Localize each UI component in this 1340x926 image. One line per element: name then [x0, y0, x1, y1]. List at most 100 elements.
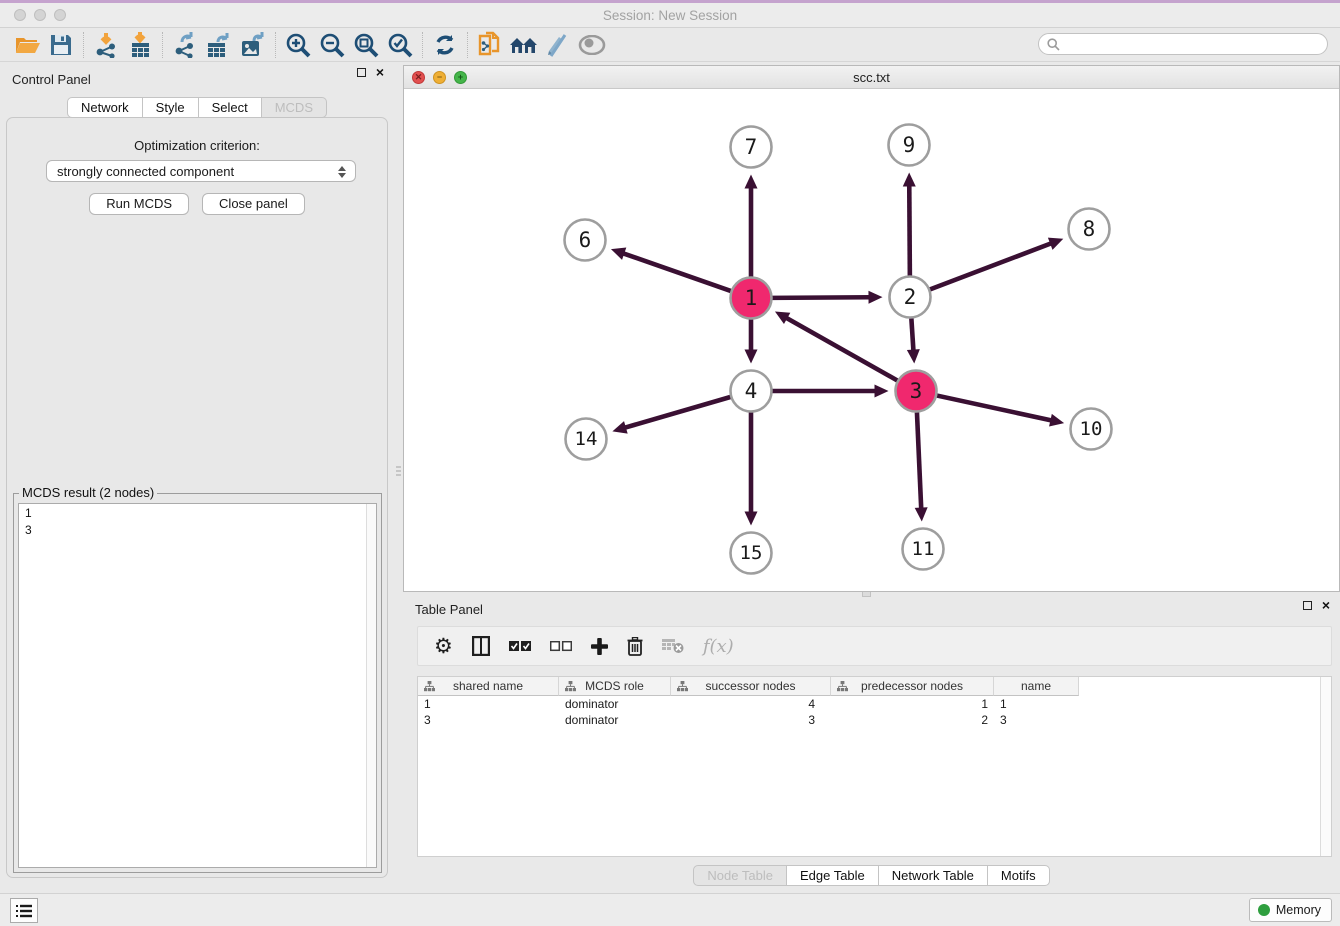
- edge-2-to-3[interactable]: [907, 318, 920, 363]
- zoom-in-icon[interactable]: [281, 30, 315, 60]
- float-table-panel-icon[interactable]: [1303, 601, 1312, 610]
- select-all-rows-icon[interactable]: [509, 633, 531, 659]
- column-header-shared-name[interactable]: shared name: [418, 677, 559, 696]
- graph-node-9[interactable]: 9: [889, 125, 930, 166]
- edge-4-to-14[interactable]: [612, 397, 730, 434]
- svg-text:7: 7: [745, 135, 758, 159]
- vertical-splitter-handle[interactable]: [396, 466, 401, 480]
- first-neighbors-icon[interactable]: [507, 30, 541, 60]
- function-builder-icon[interactable]: f(x): [703, 633, 734, 659]
- hide-annotations-icon[interactable]: [541, 30, 575, 60]
- search-field[interactable]: [1038, 33, 1328, 55]
- optimization-criterion-label: Optimization criterion:: [7, 138, 387, 153]
- toolbar-separator: [275, 32, 276, 58]
- table-toolbar: ⚙ f(x): [417, 626, 1332, 666]
- table-cell[interactable]: 2: [831, 712, 994, 728]
- edge-4-to-15[interactable]: [745, 413, 758, 526]
- zoom-selected-icon[interactable]: [383, 30, 417, 60]
- table-cell[interactable]: 4: [671, 696, 831, 712]
- edge-1-to-7[interactable]: [745, 175, 758, 277]
- table-scrollbar[interactable]: [1320, 677, 1331, 856]
- delete-row-icon[interactable]: [627, 633, 643, 659]
- table-cell[interactable]: 1: [831, 696, 994, 712]
- add-row-icon[interactable]: [591, 633, 608, 659]
- column-header-name[interactable]: name: [994, 677, 1079, 696]
- edge-1-to-6[interactable]: [611, 248, 731, 291]
- edge-3-to-10[interactable]: [937, 396, 1064, 427]
- graph-node-7[interactable]: 7: [731, 127, 772, 168]
- graph-node-11[interactable]: 11: [903, 529, 944, 570]
- graph-node-3[interactable]: 3: [896, 371, 937, 412]
- table-cell[interactable]: dominator: [559, 696, 671, 712]
- network-canvas[interactable]: 7 9 6 8 1 2 4 3 14 10 15 11: [404, 89, 1339, 591]
- unselect-all-rows-icon[interactable]: [550, 633, 572, 659]
- memory-status-icon: [1258, 904, 1270, 916]
- graph-node-15[interactable]: 15: [731, 533, 772, 574]
- close-panel-button[interactable]: Close panel: [202, 193, 305, 215]
- show-hidden-items-icon[interactable]: [575, 30, 609, 60]
- table-cell[interactable]: 3: [671, 712, 831, 728]
- graph-node-10[interactable]: 10: [1071, 409, 1112, 450]
- table-row[interactable]: 1dominator411: [418, 696, 1331, 712]
- graph-node-6[interactable]: 6: [565, 220, 606, 261]
- table-cell[interactable]: 1: [994, 696, 1079, 712]
- zoom-out-icon[interactable]: [315, 30, 349, 60]
- table-tabbar: Node TableEdge TableNetwork TableMotifs: [403, 865, 1340, 886]
- close-panel-icon[interactable]: ×: [376, 68, 384, 77]
- table-options-icon[interactable]: ⚙: [434, 633, 453, 659]
- table-cell[interactable]: 3: [418, 712, 559, 728]
- tab-style[interactable]: Style: [143, 97, 199, 118]
- table-cell[interactable]: 1: [418, 696, 559, 712]
- table-cell[interactable]: dominator: [559, 712, 671, 728]
- export-image-icon[interactable]: [236, 30, 270, 60]
- network-window-titlebar[interactable]: ✕ − + scc.txt: [404, 66, 1339, 89]
- export-table-icon[interactable]: [202, 30, 236, 60]
- tab-edge-table[interactable]: Edge Table: [787, 865, 879, 886]
- import-network-icon[interactable]: [89, 30, 123, 60]
- edge-3-to-11[interactable]: [915, 412, 928, 521]
- tab-mcds[interactable]: MCDS: [262, 97, 327, 118]
- edge-1-to-2[interactable]: [772, 291, 882, 304]
- run-mcds-button[interactable]: Run MCDS: [89, 193, 189, 215]
- export-network-icon[interactable]: [168, 30, 202, 60]
- graph-node-14[interactable]: 14: [566, 419, 607, 460]
- edge-2-to-8[interactable]: [930, 238, 1063, 290]
- zoom-fit-icon[interactable]: [349, 30, 383, 60]
- delete-table-icon[interactable]: [662, 633, 684, 659]
- close-table-panel-icon[interactable]: ×: [1322, 601, 1330, 610]
- import-table-icon[interactable]: [123, 30, 157, 60]
- show-columns-icon[interactable]: [472, 633, 490, 659]
- column-header-successor-nodes[interactable]: successor nodes: [671, 677, 831, 696]
- save-session-icon[interactable]: [44, 30, 78, 60]
- svg-text:4: 4: [745, 379, 758, 403]
- float-panel-icon[interactable]: [357, 68, 366, 77]
- toolbar-separator: [83, 32, 84, 58]
- graph-node-4[interactable]: 4: [731, 371, 772, 412]
- task-history-button[interactable]: [10, 898, 38, 923]
- graph-node-1[interactable]: 1: [731, 278, 772, 319]
- edge-4-to-3[interactable]: [773, 385, 889, 398]
- graph-node-2[interactable]: 2: [890, 277, 931, 318]
- tab-motifs[interactable]: Motifs: [988, 865, 1050, 886]
- open-session-icon[interactable]: [10, 30, 44, 60]
- tab-network[interactable]: Network: [67, 97, 143, 118]
- result-scrollbar[interactable]: [366, 504, 376, 867]
- new-network-from-selection-icon[interactable]: [473, 30, 507, 60]
- tab-network-table[interactable]: Network Table: [879, 865, 988, 886]
- table-row[interactable]: 3dominator323: [418, 712, 1331, 728]
- column-header-MCDS-role[interactable]: MCDS role: [559, 677, 671, 696]
- edge-2-to-9[interactable]: [903, 172, 916, 275]
- edge-3-to-1[interactable]: [775, 312, 897, 381]
- refresh-network-icon[interactable]: [428, 30, 462, 60]
- optimization-criterion-dropdown[interactable]: strongly connected component: [46, 160, 356, 182]
- tab-select[interactable]: Select: [199, 97, 262, 118]
- table-cell[interactable]: 3: [994, 712, 1079, 728]
- edge-1-to-4[interactable]: [745, 320, 758, 364]
- graph-node-8[interactable]: 8: [1069, 209, 1110, 250]
- search-input[interactable]: [1060, 35, 1327, 53]
- memory-button[interactable]: Memory: [1249, 898, 1332, 922]
- svg-text:6: 6: [579, 228, 592, 252]
- tab-node-table[interactable]: Node Table: [693, 865, 787, 886]
- node-table[interactable]: shared nameMCDS rolesuccessor nodesprede…: [417, 676, 1332, 857]
- column-header-predecessor-nodes[interactable]: predecessor nodes: [831, 677, 994, 696]
